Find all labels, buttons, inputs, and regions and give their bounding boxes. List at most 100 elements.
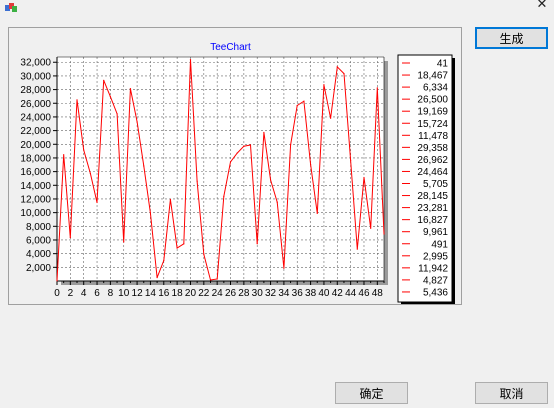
y-tick-label: 12,000 bbox=[20, 194, 51, 205]
legend-label: 26,962 bbox=[417, 155, 448, 166]
data-point bbox=[223, 195, 225, 197]
y-tick-label: 28,000 bbox=[20, 85, 51, 96]
data-point bbox=[56, 280, 58, 282]
data-point bbox=[330, 117, 332, 119]
legend-label: 15,724 bbox=[417, 119, 448, 130]
y-tick-label: 8,000 bbox=[26, 222, 51, 233]
data-point bbox=[323, 84, 325, 86]
x-tick-label: 32 bbox=[265, 288, 277, 299]
x-tick-label: 42 bbox=[332, 288, 344, 299]
data-point bbox=[176, 247, 178, 249]
data-point bbox=[276, 201, 278, 203]
data-point bbox=[216, 278, 218, 280]
data-point bbox=[136, 121, 138, 123]
data-point bbox=[109, 96, 111, 98]
data-point bbox=[269, 179, 272, 181]
data-point bbox=[123, 241, 125, 243]
data-point bbox=[336, 66, 338, 68]
cancel-button[interactable]: 取消 bbox=[475, 382, 548, 404]
x-tick-label: 14 bbox=[145, 288, 157, 299]
x-tick-label: 20 bbox=[185, 288, 197, 299]
legend-label: 4,827 bbox=[423, 275, 448, 286]
legend-label: 5,705 bbox=[423, 179, 448, 190]
data-point bbox=[83, 149, 85, 151]
data-point bbox=[363, 176, 365, 179]
data-point bbox=[89, 172, 91, 175]
y-tick-label: 30,000 bbox=[20, 71, 51, 82]
data-point bbox=[189, 58, 192, 61]
data-point bbox=[143, 165, 145, 167]
legend-label: 5,436 bbox=[423, 287, 448, 298]
x-tick-label: 28 bbox=[238, 288, 250, 299]
data-point bbox=[149, 212, 152, 214]
data-point bbox=[103, 79, 105, 81]
legend-label: 23,281 bbox=[417, 203, 448, 214]
data-point bbox=[156, 277, 158, 279]
line-chart: TeeChart 2,000 4,000 6,000 8,000 10,000 12,000… bbox=[20, 42, 455, 305]
y-tick-label: 22,000 bbox=[20, 126, 51, 137]
x-tick-label: 2 bbox=[68, 288, 74, 299]
generate-button[interactable]: 生成 bbox=[475, 27, 548, 49]
data-point bbox=[196, 180, 198, 182]
x-tick-label: 24 bbox=[212, 288, 224, 299]
data-point bbox=[129, 87, 132, 90]
ok-button[interactable]: 确定 bbox=[335, 382, 408, 404]
data-point bbox=[376, 87, 378, 89]
plot-area bbox=[57, 57, 384, 281]
legend-label: 41 bbox=[437, 59, 449, 70]
data-point bbox=[283, 267, 285, 269]
y-tick-label: 10,000 bbox=[20, 208, 51, 219]
data-point bbox=[289, 144, 292, 146]
legend-label: 26,500 bbox=[417, 95, 448, 106]
data-point bbox=[203, 253, 205, 255]
y-tick-label: 6,000 bbox=[26, 235, 51, 246]
data-point bbox=[209, 279, 212, 281]
data-point bbox=[343, 73, 345, 75]
x-tick-label: 6 bbox=[94, 288, 100, 299]
x-tick-label: 26 bbox=[225, 288, 237, 299]
legend-label: 18,467 bbox=[417, 71, 448, 82]
data-point bbox=[256, 243, 258, 245]
y-tick-label: 16,000 bbox=[20, 167, 51, 178]
y-tick-label: 32,000 bbox=[20, 58, 51, 69]
data-point bbox=[370, 227, 372, 229]
legend-label: 6,334 bbox=[423, 83, 448, 94]
x-tick-label: 4 bbox=[81, 288, 87, 299]
y-tick-label: 4,000 bbox=[26, 249, 51, 260]
legend-label: 11,478 bbox=[418, 131, 448, 142]
legend-label: 11,942 bbox=[418, 263, 448, 274]
x-tick-label: 40 bbox=[318, 288, 330, 299]
x-tick-label: 48 bbox=[372, 288, 384, 299]
data-point bbox=[183, 243, 185, 245]
x-tick-label: 34 bbox=[278, 288, 290, 299]
legend-label: 29,358 bbox=[417, 143, 448, 154]
app-icon bbox=[4, 0, 18, 12]
x-tick-label: 18 bbox=[172, 288, 184, 299]
x-tick-label: 16 bbox=[158, 288, 170, 299]
close-icon[interactable]: ✕ bbox=[535, 0, 549, 12]
chart-panel: TeeChart 2,000 4,000 6,000 8,000 10,000 12,000… bbox=[8, 27, 462, 305]
data-point bbox=[236, 152, 238, 154]
data-point bbox=[263, 131, 265, 134]
y-tick-label: 26,000 bbox=[20, 99, 51, 110]
data-point bbox=[316, 212, 318, 214]
x-tick-label: 46 bbox=[358, 288, 370, 299]
x-tick-label: 22 bbox=[198, 288, 210, 299]
data-point bbox=[96, 201, 98, 204]
x-tick-label: 8 bbox=[108, 288, 114, 299]
data-point bbox=[309, 163, 312, 166]
x-tick-label: 30 bbox=[252, 288, 264, 299]
y-tick-label: 18,000 bbox=[20, 153, 51, 164]
data-point bbox=[303, 100, 305, 102]
data-point bbox=[356, 248, 358, 250]
legend-label: 28,145 bbox=[417, 191, 448, 202]
x-tick-label: 36 bbox=[292, 288, 304, 299]
y-tick-label: 24,000 bbox=[20, 112, 51, 123]
y-tick-label: 14,000 bbox=[20, 181, 51, 192]
legend-label: 19,169 bbox=[417, 107, 448, 118]
x-tick-label: 0 bbox=[54, 288, 60, 299]
data-point bbox=[350, 159, 352, 161]
data-point bbox=[249, 144, 252, 146]
data-point bbox=[63, 154, 65, 156]
data-point bbox=[243, 145, 245, 147]
